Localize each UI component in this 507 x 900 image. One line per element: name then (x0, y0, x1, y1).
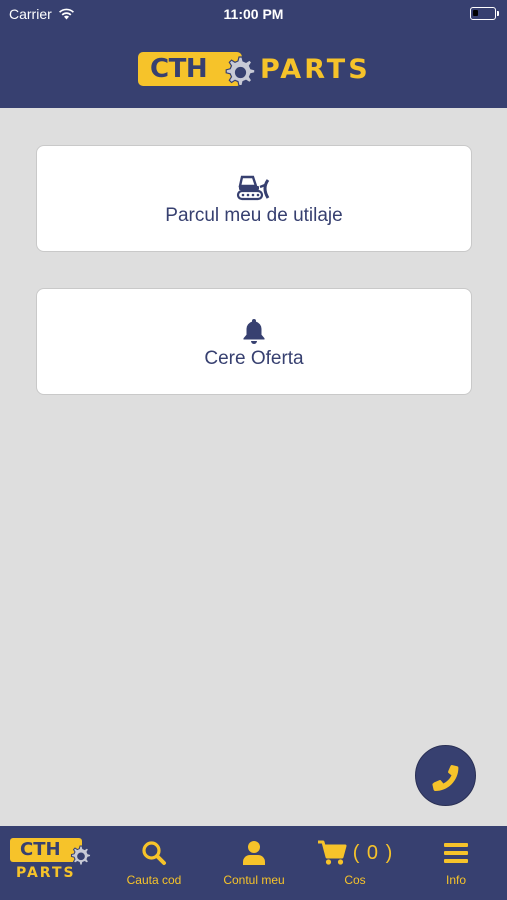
bulldozer-icon (236, 171, 272, 201)
clock: 11:00 PM (223, 6, 284, 22)
tab-info-label: Info (445, 873, 466, 887)
gear-icon (225, 56, 256, 87)
logo-parts-text: PARTS (260, 53, 371, 85)
tab-account[interactable]: Contul meu (212, 826, 296, 900)
tab-cart[interactable]: ( 0 ) Cos (312, 826, 398, 900)
user-icon (243, 841, 265, 865)
tab-logo-cth-text: CTH (20, 839, 61, 860)
fleet-card-button[interactable]: Parcul meu de utilaje (36, 145, 472, 252)
request-offer-label: Cere Oferta (204, 347, 304, 369)
brand-logo: CTH PARTS (138, 46, 371, 92)
gear-icon (70, 845, 92, 866)
request-offer-card-button[interactable]: Cere Oferta (36, 288, 472, 395)
tab-info[interactable]: Info (420, 826, 492, 900)
bell-icon (242, 314, 266, 344)
tab-search[interactable]: Cauta cod (112, 826, 196, 900)
tab-search-label: Cauta cod (126, 873, 182, 887)
tab-logo-cth-badge: CTH (10, 838, 92, 866)
status-bar: Carrier 11:00 PM (0, 0, 507, 28)
tab-cart-label: Cos (344, 873, 366, 887)
search-icon (142, 841, 166, 865)
menu-icon (444, 843, 468, 863)
battery-icon (470, 7, 499, 20)
call-button[interactable] (415, 745, 476, 806)
cart-count-badge: ( 0 ) (352, 841, 394, 864)
fleet-card-label: Parcul meu de utilaje (165, 204, 343, 226)
phone-icon (431, 764, 458, 791)
app-header: CTH PARTS (0, 28, 507, 108)
bottom-tab-bar: CTH PARTS Cauta cod Contul meu (0) Cos… (0, 826, 507, 900)
cart-icon (317, 840, 347, 865)
tab-logo-parts-text: PARTS (16, 865, 76, 881)
tab-home-logo[interactable]: CTH PARTS (10, 826, 100, 900)
tab-account-label: Contul meu (223, 873, 285, 887)
logo-cth-text: CTH (150, 54, 208, 84)
